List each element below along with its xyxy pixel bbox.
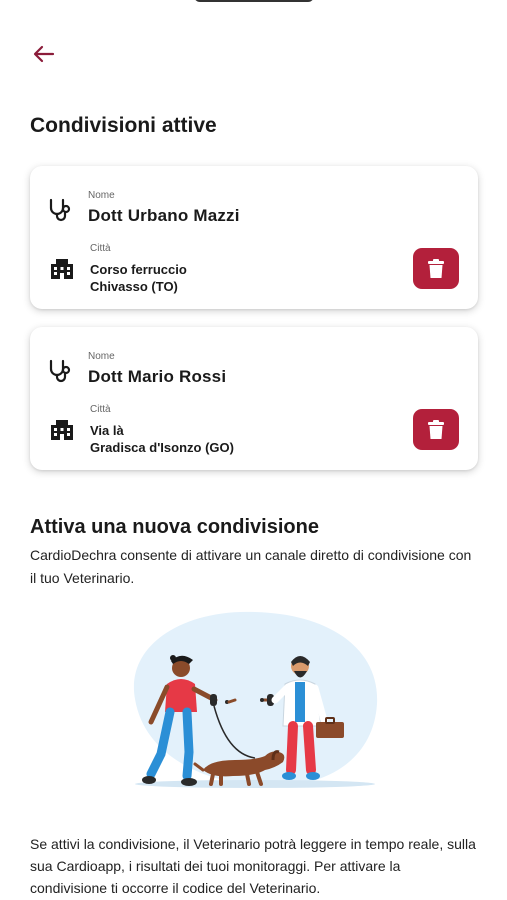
new-share-title: Attiva una nuova condivisione [30,516,319,538]
vet-and-owner-illustration [133,611,378,788]
delete-share-button[interactable] [413,248,459,289]
building-icon [51,420,73,440]
address-line-2: Gradisca d'Isonzo (GO) [90,440,234,455]
vet-card: Nome Dott Mario Rossi Città Via là Gradi… [30,327,478,470]
city-label: Città [90,404,111,415]
name-label: Nome [88,351,115,362]
active-shares-title: Condivisioni attive [30,114,217,137]
stethoscope-icon [49,198,71,222]
vet-name: Dott Mario Rossi [88,367,227,386]
stethoscope-icon [49,359,71,383]
vet-card: Nome Dott Urbano Mazzi Città Corso ferru… [30,166,478,309]
trash-icon [428,258,444,278]
address-line-1: Corso ferruccio [90,262,187,277]
share-info-text: Se attivi la condivisione, il Veterinari… [30,836,476,896]
building-icon [51,259,73,279]
new-share-description: CardioDechra consente di attivare un can… [30,547,472,586]
address-line-2: Chivasso (TO) [90,279,178,294]
trash-icon [428,419,444,439]
vet-address: Via là Gradisca d'Isonzo (GO) [90,422,234,456]
device-notch [193,0,314,2]
city-label: Città [90,243,111,254]
back-button[interactable] [30,42,58,66]
delete-share-button[interactable] [413,409,459,450]
address-line-1: Via là [90,423,124,438]
vet-address: Corso ferruccio Chivasso (TO) [90,261,187,295]
arrow-left-icon [33,45,55,63]
vet-name: Dott Urbano Mazzi [88,206,240,225]
name-label: Nome [88,190,115,201]
